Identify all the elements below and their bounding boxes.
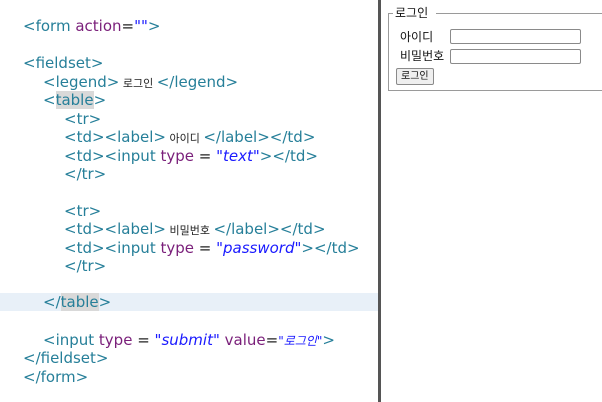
code-token: "submit": [154, 331, 220, 349]
code-token: </td>: [269, 128, 316, 146]
code-line-18[interactable]: <input type = "submit" value="로그인">: [0, 331, 378, 349]
matched-tag: table: [60, 293, 99, 311]
login-submit-button[interactable]: 로그인: [396, 68, 434, 85]
code-token: legend: [55, 73, 107, 91]
code-token: <input: [104, 147, 156, 165]
code-token: "": [134, 17, 148, 35]
code-token: =: [265, 331, 279, 349]
code-token: </form>: [23, 368, 89, 386]
code-token: <label>: [104, 220, 166, 238]
code-token: "로그인": [278, 334, 323, 348]
code-line-19[interactable]: </fieldset>: [0, 349, 378, 367]
code-token: >: [106, 73, 120, 91]
code-token: <td>: [64, 220, 105, 238]
code-token: type: [155, 147, 194, 165]
code-token: >: [90, 54, 104, 72]
code-token: =: [132, 331, 155, 349]
code-text: 비밀번호: [165, 224, 214, 237]
code-line-6[interactable]: <tr>: [0, 110, 378, 128]
password-input[interactable]: [450, 49, 581, 64]
code-text: 로그인: [119, 77, 157, 90]
code-token: <: [43, 91, 56, 109]
code-line-7[interactable]: <td><label> 아이디 </label></td>: [0, 128, 378, 146]
code-token: <td>: [64, 128, 105, 146]
code-token: >: [301, 239, 314, 257]
code-token: form: [35, 17, 71, 35]
code-token: </tr>: [64, 257, 107, 275]
code-token: >: [225, 73, 239, 91]
code-token: </td>: [279, 220, 326, 238]
code-token: fieldset: [35, 54, 91, 72]
code-token: </: [156, 73, 175, 91]
code-token: >: [88, 110, 102, 128]
code-token: </: [43, 293, 61, 311]
fieldset-border: [436, 13, 602, 14]
code-token: </fieldset>: [23, 349, 109, 367]
code-token: <tr>: [64, 202, 102, 220]
code-line-13[interactable]: <td><input type = "password"></td>: [0, 239, 378, 257]
code-line-12[interactable]: <td><label> 비밀번호 </label></td>: [0, 220, 378, 238]
code-token: </td>: [272, 147, 318, 165]
code-line-11[interactable]: <tr>: [0, 202, 378, 220]
code-line-4[interactable]: <legend> 로그인 </legend>: [0, 73, 378, 91]
code-token: <: [64, 110, 77, 128]
code-token: >: [147, 17, 161, 35]
id-label: 아이디: [400, 30, 434, 44]
code-token: <label>: [104, 128, 166, 146]
code-token: >: [93, 91, 107, 109]
code-token: =: [193, 147, 217, 165]
code-token: action: [75, 17, 122, 35]
code-line-9[interactable]: </tr>: [0, 165, 378, 183]
code-line-5[interactable]: <table>: [0, 91, 378, 109]
code-token: <td>: [64, 147, 105, 165]
password-label: 비밀번호: [400, 49, 445, 63]
code-token: value: [219, 331, 266, 349]
code-token: <input: [43, 331, 95, 349]
code-token: type: [94, 331, 133, 349]
code-text: 아이디: [165, 132, 204, 145]
code-token: </tr>: [64, 165, 107, 183]
code-token: >: [98, 293, 112, 311]
code-token: =: [193, 239, 217, 257]
code-line-8[interactable]: <td><input type = "text"></td>: [0, 147, 378, 165]
fieldset-border: [388, 13, 393, 14]
code-token: "text": [216, 147, 260, 165]
fieldset-legend: 로그인: [395, 6, 429, 20]
code-line-20[interactable]: </form>: [0, 368, 378, 386]
code-token: <td>: [64, 239, 105, 257]
matched-tag: table: [55, 91, 94, 109]
code-token: </label>: [203, 128, 270, 146]
code-line-14[interactable]: </tr>: [0, 257, 378, 275]
code-token: >: [322, 331, 335, 349]
code-token: <: [23, 17, 36, 35]
id-input[interactable]: [450, 29, 581, 44]
code-token: type: [155, 239, 194, 257]
code-line-1[interactable]: <form action="">: [0, 17, 378, 35]
code-line-3[interactable]: <fieldset>: [0, 54, 378, 72]
code-token: "password": [216, 239, 302, 257]
code-token: legend: [174, 73, 226, 91]
code-token: <input: [104, 239, 156, 257]
code-token: >: [259, 147, 273, 165]
code-line-16-current[interactable]: </table>: [0, 293, 378, 311]
code-token: <: [23, 54, 36, 72]
code-token: =: [121, 17, 135, 35]
code-token: <: [43, 73, 56, 91]
browser-preview: 로그인 아이디 비밀번호 로그인: [381, 0, 602, 402]
code-editor[interactable]: <form action=""> <fieldset> <legend> 로그인…: [0, 0, 378, 402]
code-token: </label>: [213, 220, 280, 238]
code-token: </td>: [313, 239, 360, 257]
code-token: tr: [76, 110, 89, 128]
